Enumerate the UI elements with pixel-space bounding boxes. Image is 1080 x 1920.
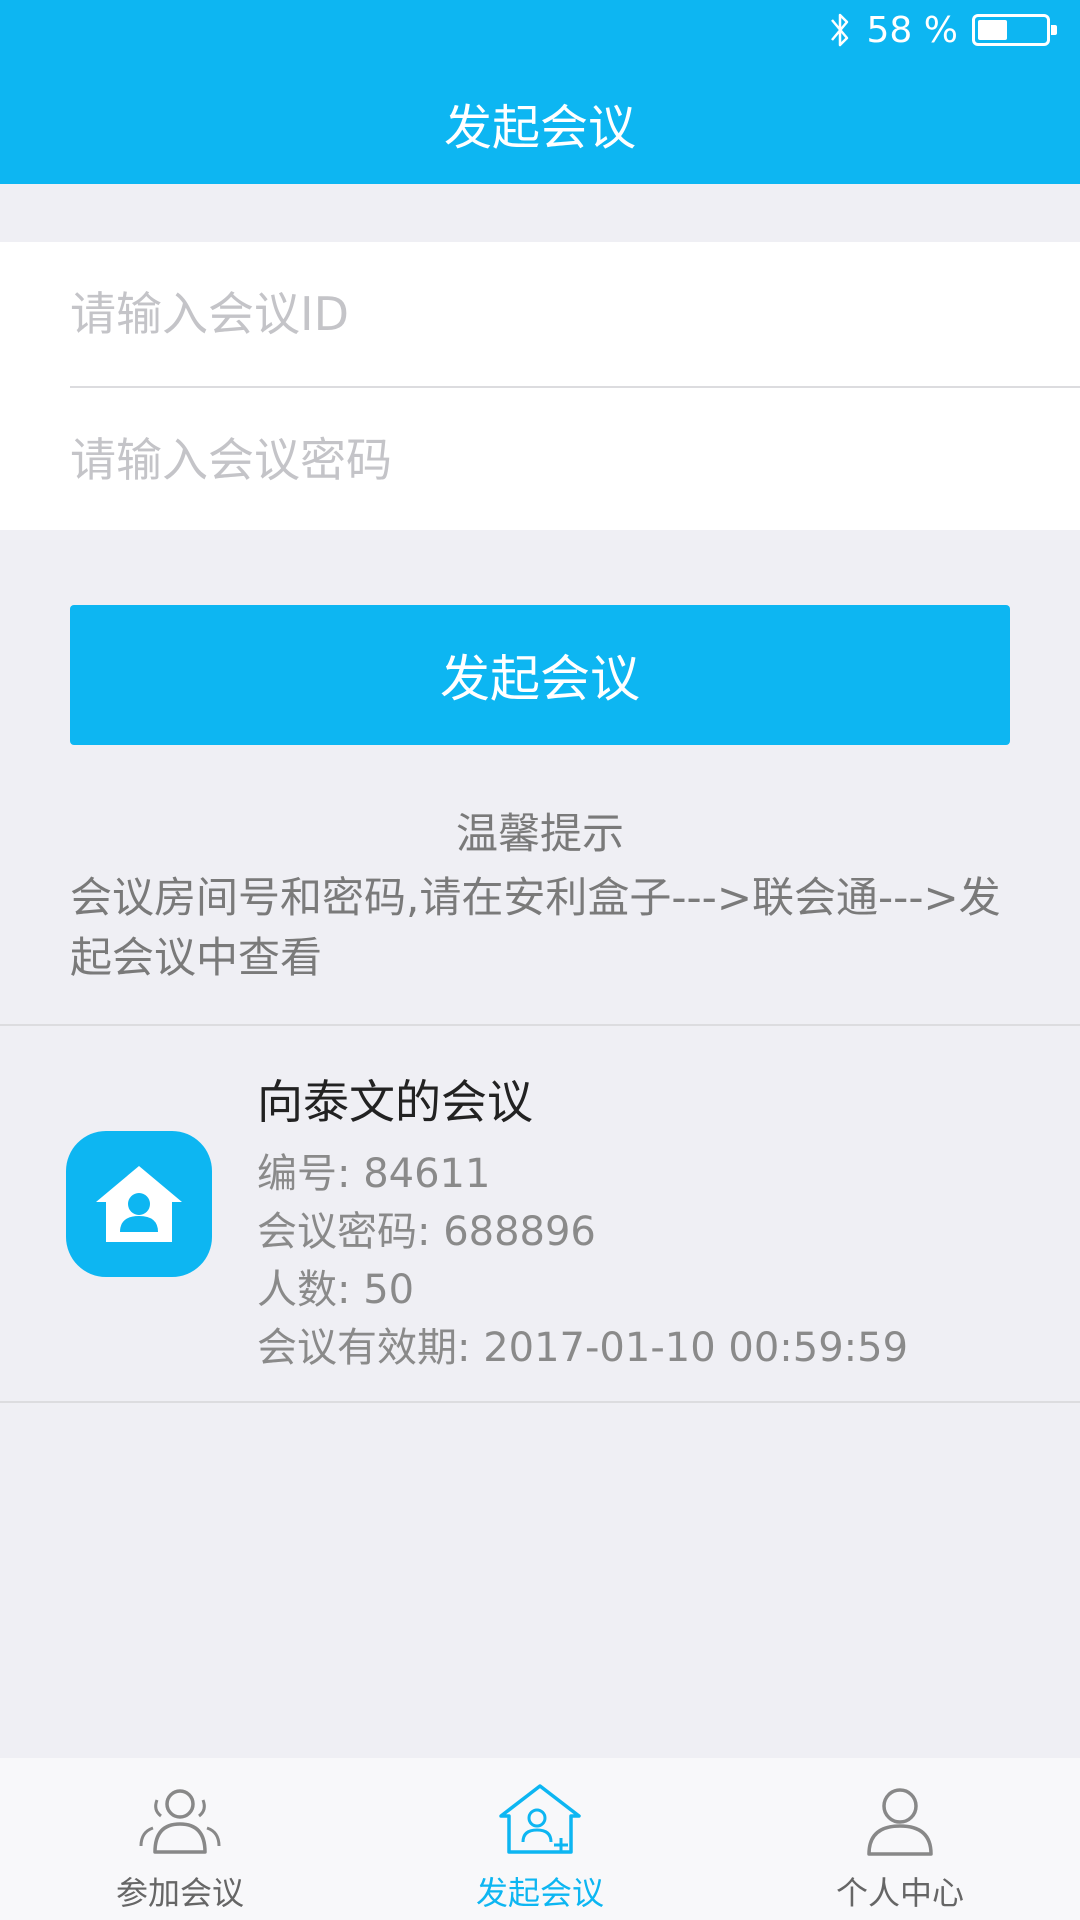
divider <box>0 1401 1080 1403</box>
tab-label: 个人中心 <box>835 1874 964 1912</box>
battery-icon <box>972 14 1057 46</box>
group-icon <box>139 1789 221 1854</box>
meeting-validity: 会议有效期: 2017-01-10 00:59:59 <box>257 1325 909 1371</box>
status-bar: 58 % <box>827 8 1057 52</box>
meeting-id-input[interactable] <box>70 287 1080 341</box>
meeting-number: 编号: 84611 <box>257 1151 491 1197</box>
person-icon <box>867 1788 933 1856</box>
meeting-form <box>0 242 1080 530</box>
home-user-icon <box>66 1131 212 1277</box>
bluetooth-icon <box>830 13 848 47</box>
tips-title: 温馨提示 <box>455 809 624 858</box>
meeting-password: 会议密码: 688896 <box>257 1209 596 1255</box>
page-title: 发起会议 <box>443 100 636 156</box>
meeting-password-input[interactable] <box>70 433 1080 487</box>
meeting-id-row <box>0 242 1080 386</box>
tab-join-meeting[interactable]: 参加会议 <box>0 1758 360 1920</box>
meeting-card[interactable]: 向泰文的会议 编号: 84611 会议密码: 688896 人数: 50 会议有… <box>0 1026 1080 1401</box>
meeting-participants: 人数: 50 <box>257 1267 415 1313</box>
bottom-tab-bar: 参加会议 发起会议 个人中心 <box>0 1758 1080 1920</box>
tab-personal-center[interactable]: 个人中心 <box>720 1758 1080 1920</box>
home-add-icon <box>499 1784 581 1854</box>
start-meeting-button[interactable]: 发起会议 <box>70 605 1010 745</box>
battery-percent: 58 % <box>866 9 958 51</box>
tab-label: 发起会议 <box>475 1874 604 1912</box>
app-header: 58 % 发起会议 <box>0 0 1080 184</box>
tips-body: 会议房间号和密码,请在安利盒子--->联会通--->发起会议中查看 <box>70 873 1001 982</box>
meeting-title: 向泰文的会议 <box>257 1075 533 1129</box>
meeting-password-row <box>0 388 1080 532</box>
tab-label: 参加会议 <box>115 1874 244 1912</box>
tab-start-meeting[interactable]: 发起会议 <box>360 1758 720 1920</box>
